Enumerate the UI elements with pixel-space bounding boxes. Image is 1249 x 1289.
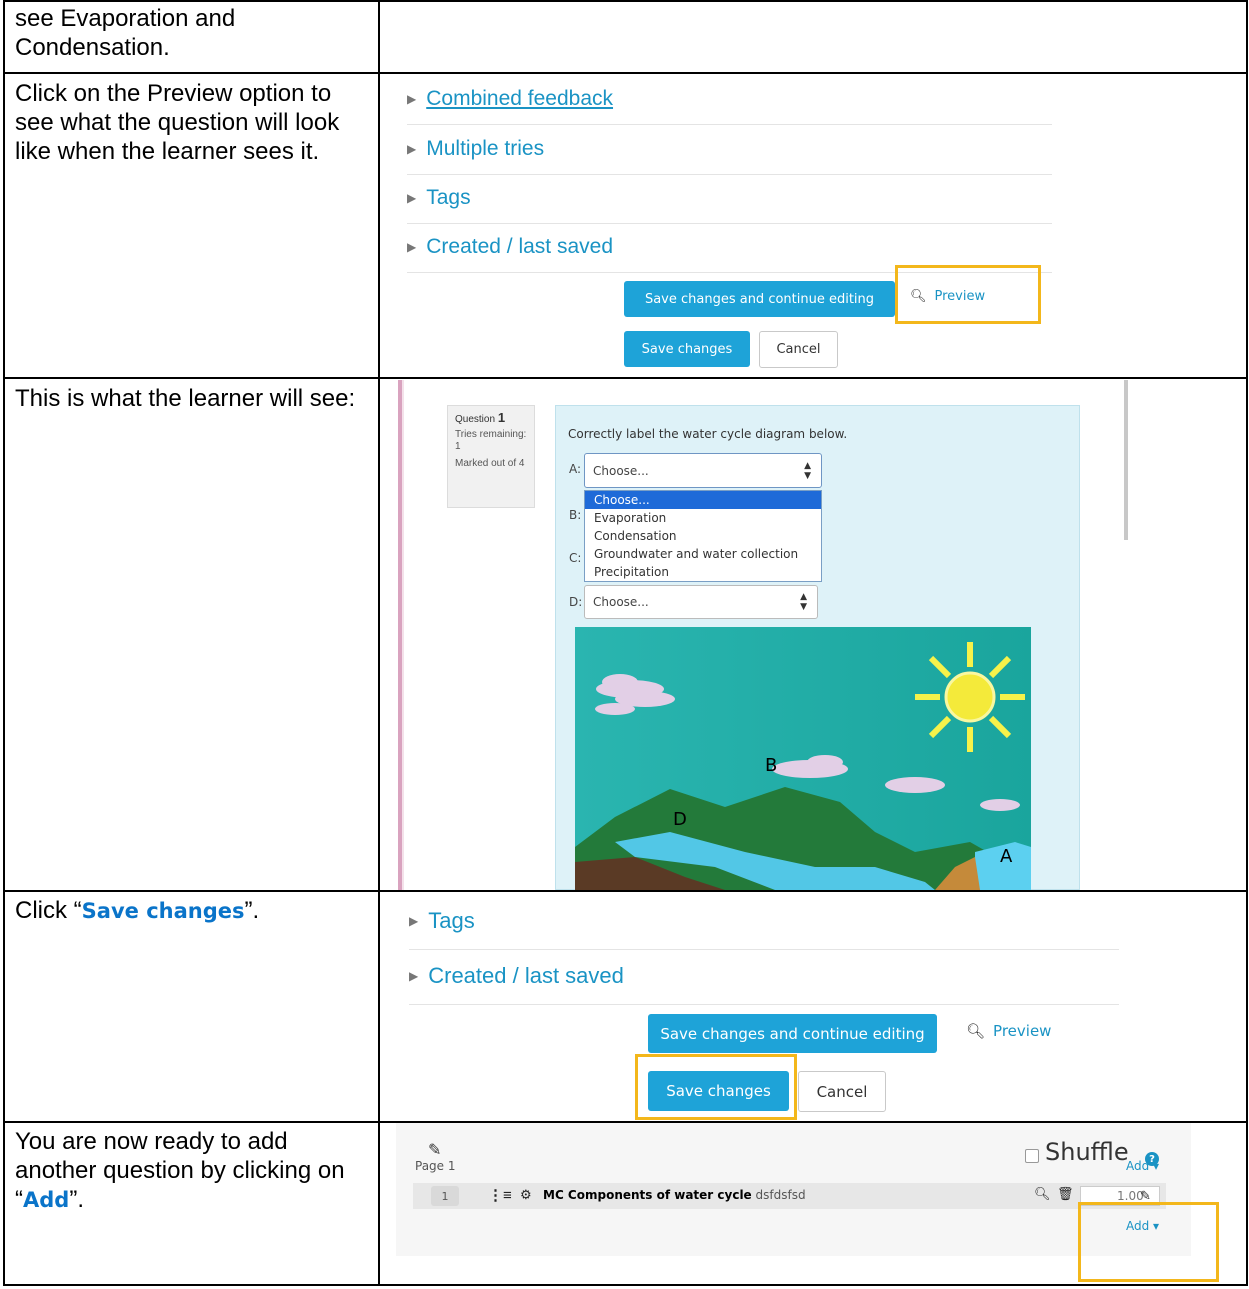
instruction-text-2: Click on the Preview option to see what … <box>15 80 340 165</box>
slot-number: 1 <box>431 1186 459 1206</box>
dropdown-option[interactable]: Condensation <box>585 527 821 545</box>
gear-icon[interactable]: ⚙ <box>520 1187 532 1203</box>
dropdown-option[interactable]: Choose... <box>585 491 821 509</box>
select-d[interactable]: Choose... ▲ ▼ <box>584 585 818 619</box>
select-a[interactable]: Choose... ▲ ▼ <box>584 453 822 488</box>
divider <box>407 124 1052 125</box>
save-changes-button[interactable]: Save changes <box>624 331 750 367</box>
diagram-label-d: D <box>673 809 687 830</box>
table-border-right <box>1246 0 1248 1286</box>
save-highlight-box <box>635 1054 797 1120</box>
marked-out-of: Marked out of 4 <box>455 458 525 469</box>
save-continue-button[interactable]: Save changes and continue editing <box>648 1014 937 1053</box>
diagram-label-a: A <box>1000 846 1013 867</box>
row-divider <box>3 377 1248 379</box>
save-changes-emphasis: Save changes <box>81 899 245 923</box>
question-info-box: Question 1 Tries remaining: 1 Marked out… <box>447 405 535 508</box>
table-border-bottom <box>3 1284 1248 1286</box>
table-border-top <box>3 0 1248 2</box>
instruction-text-1: see Evaporation and Condensation. <box>15 5 236 61</box>
add-menu-top[interactable]: Add ▾ <box>1126 1159 1159 1173</box>
multichoice-icon: ⋮≡ <box>488 1187 512 1204</box>
label-b: B: <box>569 508 582 522</box>
dropdown-option[interactable]: Evaporation <box>585 509 821 527</box>
column-divider <box>378 0 380 1286</box>
window-edge <box>402 380 404 890</box>
instruction-text-5: You are now ready to add another questio… <box>15 1127 370 1215</box>
zoom-icon: 🔍︎ <box>966 1022 986 1040</box>
select-value: Choose... <box>593 595 649 609</box>
row-divider <box>3 890 1248 892</box>
section-label: Tags <box>428 908 475 933</box>
page-label: Page 1 <box>415 1159 456 1173</box>
text-part: ”. <box>69 1186 84 1213</box>
label-d: D: <box>569 595 583 609</box>
label-c: C: <box>569 551 582 565</box>
section-combined-feedback[interactable]: ▶ Combined feedback <box>407 87 613 111</box>
question-entry[interactable]: MC Components of water cycle dsfdsfsd <box>543 1188 806 1202</box>
preview-highlight-box <box>895 265 1041 324</box>
diagram-label-b: B <box>765 755 777 776</box>
section-label: Created / last saved <box>426 235 613 258</box>
shuffle-checkbox[interactable] <box>1025 1149 1039 1163</box>
section-label: Multiple tries <box>426 137 545 160</box>
section-label: Created / last saved <box>428 963 624 988</box>
section-tags[interactable]: ▶ Tags <box>409 908 475 934</box>
question-text: dsfdsfsd <box>755 1188 806 1202</box>
question-word: Question <box>455 414 496 425</box>
preview-zoom-icon[interactable]: 🔍︎ <box>1034 1186 1051 1202</box>
section-multiple-tries[interactable]: ▶ Multiple tries <box>407 137 544 161</box>
text-part: Click “ <box>15 897 82 924</box>
dropdown-option[interactable]: Precipitation <box>585 563 821 581</box>
add-highlight-box <box>1078 1202 1219 1282</box>
collapse-triangle-icon: ▶ <box>409 914 419 928</box>
instruction-text-4: Click “Save changes”. <box>15 896 370 926</box>
cancel-button[interactable]: Cancel <box>759 331 838 368</box>
row-divider <box>3 72 1248 74</box>
instruction-text-3: This is what the learner will see: <box>15 385 356 412</box>
section-tags[interactable]: ▶ Tags <box>407 186 471 210</box>
add-emphasis: Add <box>23 1188 70 1212</box>
collapse-triangle-icon: ▶ <box>407 191 417 205</box>
trash-icon[interactable]: 🗑︎ <box>1057 1186 1074 1202</box>
divider <box>407 174 1052 175</box>
section-label: Tags <box>426 186 471 209</box>
divider <box>409 949 1119 950</box>
question-title: Question 1 <box>455 410 527 426</box>
text-part: ”. <box>244 897 260 924</box>
dropdown-option[interactable]: Groundwater and water collection <box>585 545 821 563</box>
select-arrows-icon: ▲ ▼ <box>804 460 811 481</box>
scrollbar[interactable] <box>1124 380 1128 540</box>
tries-remaining: Tries remaining: 1 <box>455 429 527 452</box>
collapse-triangle-icon: ▶ <box>407 240 417 254</box>
sun-icon <box>915 642 1025 752</box>
divider <box>409 1004 1119 1005</box>
preview-label: Preview <box>993 1022 1052 1040</box>
water-cycle-diagram: B D A <box>575 627 1031 890</box>
label-a: A: <box>569 462 582 476</box>
section-label: Combined feedback <box>426 87 614 110</box>
cancel-button[interactable]: Cancel <box>798 1071 886 1112</box>
table-border-left <box>3 0 5 1286</box>
answer-dropdown[interactable]: Choose... Evaporation Condensation Groun… <box>584 490 822 582</box>
collapse-triangle-icon: ▶ <box>409 969 419 983</box>
select-arrows-icon: ▲ ▼ <box>800 592 807 612</box>
preview-link[interactable]: 🔍︎ Preview <box>966 1022 1051 1040</box>
divider <box>407 223 1052 224</box>
select-value: Choose... <box>593 463 649 478</box>
question-number: 1 <box>497 410 506 425</box>
save-continue-button[interactable]: Save changes and continue editing <box>624 281 895 317</box>
question-name: MC Components of water cycle <box>543 1188 752 1202</box>
edit-pencil-icon[interactable]: ✎ <box>428 1140 441 1160</box>
collapse-triangle-icon: ▶ <box>407 142 417 156</box>
section-created-last-saved[interactable]: ▶ Created / last saved <box>409 963 624 989</box>
section-created-last-saved[interactable]: ▶ Created / last saved <box>407 235 613 259</box>
collapse-triangle-icon: ▶ <box>407 92 417 106</box>
shuffle-label: Shuffle <box>1045 1138 1129 1166</box>
question-prompt: Correctly label the water cycle diagram … <box>568 427 848 441</box>
